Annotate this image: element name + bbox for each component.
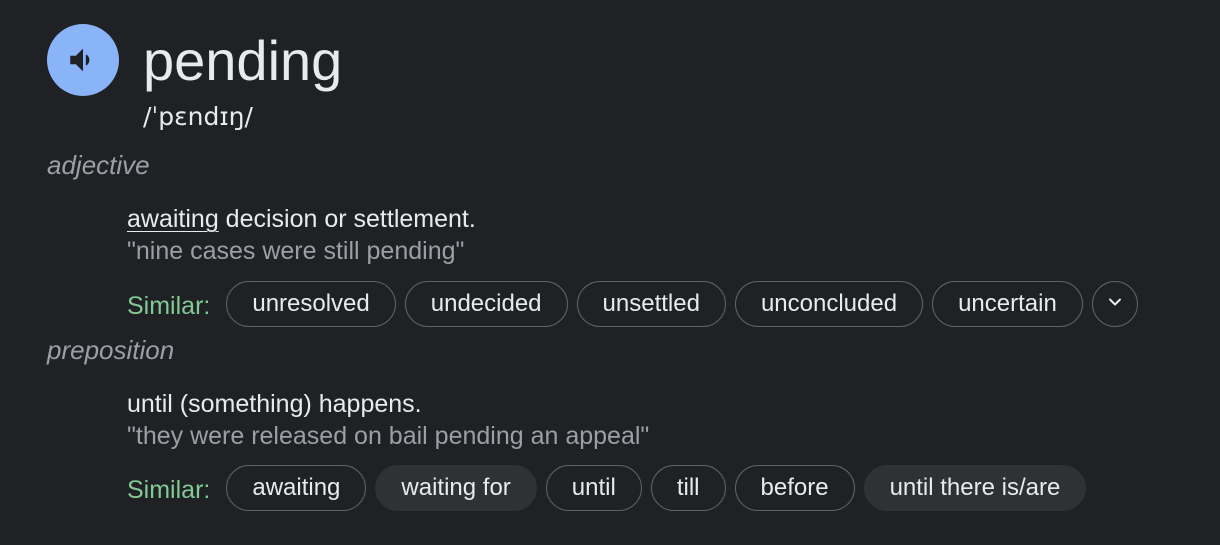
similar-chip[interactable]: unconcluded — [734, 281, 924, 327]
similar-row-preposition: Similar: awaiting waiting for until till… — [127, 464, 1095, 512]
definition-preposition: until (something) happens. — [127, 390, 422, 418]
definition-link-awaiting[interactable]: awaiting — [127, 205, 219, 233]
pronunciation-audio-button[interactable] — [47, 24, 119, 96]
similar-row-adjective: Similar: unresolved undecided unsettled … — [127, 280, 1138, 328]
part-of-speech-preposition: preposition — [47, 335, 175, 365]
headword: pending — [143, 29, 343, 92]
similar-chip[interactable]: uncertain — [932, 281, 1083, 327]
similar-chip[interactable]: before — [734, 465, 855, 511]
similar-label: Similar: — [127, 292, 211, 320]
definition-text: decision or settlement. — [218, 205, 476, 233]
similar-chip[interactable]: unresolved — [226, 281, 396, 327]
example-adjective: "nine cases were still pending" — [127, 237, 465, 265]
speaker-icon — [66, 43, 100, 77]
expand-similar-button[interactable] — [1091, 281, 1138, 327]
phonetic-transcription: /ˈpɛndɪŋ/ — [143, 102, 253, 131]
chevron-down-icon — [1105, 292, 1125, 317]
definition-adjective: awaiting decision or settlement. — [127, 203, 476, 235]
example-preposition: "they were released on bail pending an a… — [127, 422, 650, 450]
similar-chip[interactable]: unsettled — [576, 281, 726, 327]
similar-chip[interactable]: until — [545, 465, 642, 511]
similar-chip[interactable]: till — [650, 465, 726, 511]
similar-chip[interactable]: waiting for — [375, 465, 537, 511]
similar-chip[interactable]: undecided — [404, 281, 568, 327]
part-of-speech-adjective: adjective — [47, 150, 150, 180]
similar-chip[interactable]: until there is/are — [863, 465, 1087, 511]
similar-label: Similar: — [127, 476, 211, 504]
similar-chip[interactable]: awaiting — [226, 465, 367, 511]
